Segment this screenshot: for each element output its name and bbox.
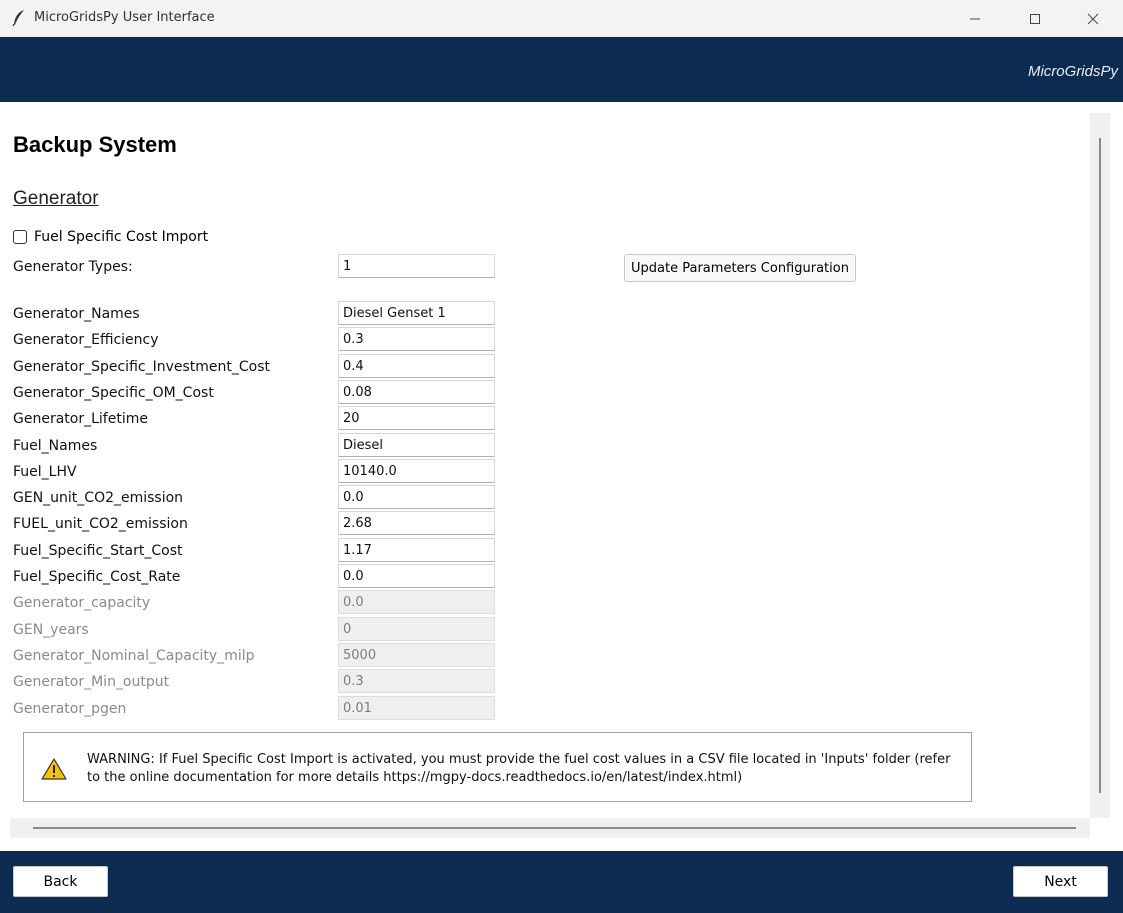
param-input[interactable]: 0.4	[338, 353, 495, 378]
feather-icon	[12, 10, 24, 27]
param-input[interactable]: Diesel Genset 1	[338, 301, 495, 325]
param-input[interactable]: 1.17	[338, 537, 495, 562]
horizontal-scroll-thumb[interactable]	[33, 827, 1076, 829]
minimize-icon	[970, 18, 980, 19]
next-button[interactable]: Next	[1013, 866, 1108, 897]
param-input[interactable]: 0.3	[338, 327, 495, 352]
vertical-scrollbar[interactable]	[1090, 113, 1110, 818]
maximize-icon	[1030, 13, 1040, 24]
param-input: 0.3	[338, 669, 495, 694]
horizontal-scrollbar[interactable]	[10, 818, 1090, 838]
param-label: Generator_Specific_OM_Cost	[13, 384, 214, 401]
param-input[interactable]: Diesel	[338, 432, 495, 457]
param-label: Fuel_Specific_Cost_Rate	[13, 569, 181, 585]
param-input[interactable]: 2.68	[338, 511, 495, 536]
param-label: Generator_Names	[13, 306, 140, 322]
param-input[interactable]: 20	[338, 406, 495, 431]
main-content: Backup System Generator Fuel Specific Co…	[0, 102, 1090, 818]
fuel-cost-import-checkbox-row[interactable]: Fuel Specific Cost Import	[13, 229, 208, 245]
param-label: Generator_pgen	[13, 700, 127, 717]
param-label: GEN_years	[13, 621, 89, 638]
param-label: Generator_Lifetime	[13, 411, 148, 428]
param-input[interactable]: 0.08	[338, 379, 495, 404]
param-input: 0.0	[338, 590, 495, 615]
warning-text: WARNING: If Fuel Specific Cost Import is…	[87, 752, 951, 785]
section-title: Generator	[13, 188, 99, 209]
minimize-button[interactable]	[947, 0, 1003, 37]
fuel-cost-import-checkbox[interactable]	[13, 230, 27, 244]
checkbox-label: Fuel Specific Cost Import	[34, 229, 209, 245]
param-label: Generator_capacity	[13, 595, 151, 612]
back-button[interactable]: Back	[13, 866, 108, 897]
param-input: 0.01	[338, 695, 495, 720]
param-label: Generator_Nominal_Capacity_milp	[13, 647, 255, 664]
param-input: 5000	[338, 642, 495, 667]
param-input[interactable]: 10140.0	[338, 458, 495, 483]
title-bar: MicroGridsPy User Interface	[0, 0, 1123, 37]
brand-label: MicroGridsPy	[1027, 63, 1118, 80]
param-label: FUEL_unit_CO2_emission	[13, 516, 188, 533]
param-label: Generator_Efficiency	[13, 332, 159, 349]
param-input: 0	[338, 616, 495, 641]
maximize-button[interactable]	[1007, 0, 1063, 37]
param-label: Generator_Specific_Investment_Cost	[13, 358, 271, 375]
param-label: GEN_unit_CO2_emission	[13, 490, 184, 507]
generator-types-input[interactable]: 1	[338, 254, 495, 278]
param-label: Generator_Min_output	[13, 674, 170, 691]
close-button[interactable]	[1065, 0, 1121, 37]
param-input[interactable]: 0.0	[338, 485, 495, 510]
update-parameters-button[interactable]: Update Parameters Configuration	[624, 254, 856, 282]
page-title: Backup System	[13, 132, 177, 157]
warning-box: WARNING: If Fuel Specific Cost Import is…	[23, 732, 972, 802]
vertical-scroll-thumb[interactable]	[1099, 138, 1101, 793]
param-label: Fuel_Specific_Start_Cost	[13, 542, 183, 559]
window-title: MicroGridsPy User Interface	[34, 10, 215, 25]
footer-bar: Back Next	[0, 851, 1123, 913]
generator-types-label: Generator Types:	[13, 259, 133, 275]
param-input[interactable]: 0.0	[338, 564, 495, 588]
app-header: MicroGridsPy	[0, 37, 1123, 102]
warning-icon	[41, 758, 67, 780]
param-label: Fuel_LHV	[13, 463, 77, 480]
param-label: Fuel_Names	[13, 437, 98, 454]
close-icon	[1087, 13, 1099, 24]
